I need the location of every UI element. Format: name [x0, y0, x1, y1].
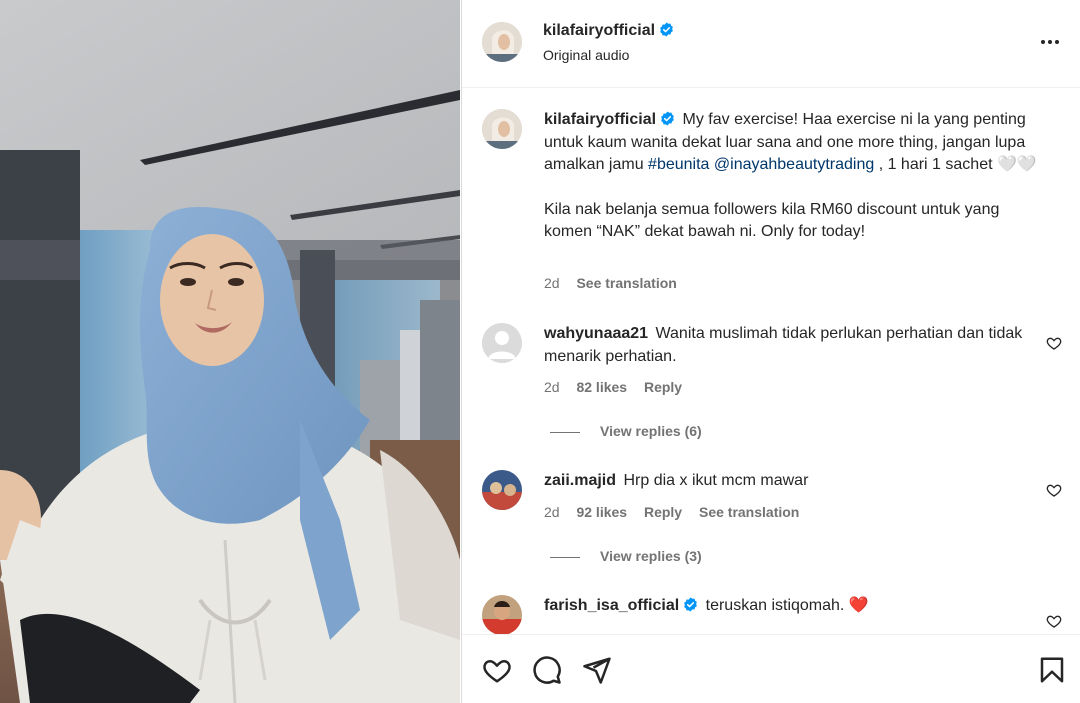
- view-replies-button[interactable]: View replies (6): [550, 423, 702, 439]
- comment-text: wahyunaaa21 Wanita muslimah tidak perluk…: [544, 325, 1023, 365]
- comments-list[interactable]: kilafairyofficial My fav exercise! Haa e…: [462, 89, 1080, 634]
- caption-text: kilafairyofficial My fav exercise! Haa e…: [544, 111, 1037, 241]
- more-options-icon[interactable]: [1038, 30, 1062, 54]
- comment-like-heart-icon[interactable]: [1046, 482, 1062, 498]
- author-username[interactable]: kilafairyofficial: [543, 22, 674, 40]
- reply-button[interactable]: Reply: [644, 504, 682, 520]
- video-frame-image: [0, 0, 460, 703]
- see-translation-button[interactable]: See translation: [699, 504, 799, 520]
- commenter-avatar[interactable]: [482, 595, 522, 634]
- heart-icon[interactable]: [482, 655, 512, 685]
- caption-author-avatar[interactable]: [482, 109, 522, 149]
- comment-meta: 2d 92 likes Reply See translation: [544, 504, 812, 520]
- comment-icon[interactable]: [532, 655, 562, 685]
- replies-divider: [550, 556, 580, 558]
- post-header: kilafairyofficial Original audio: [462, 0, 1080, 88]
- comment-like-heart-icon[interactable]: [1046, 335, 1062, 351]
- comment-age[interactable]: 2d: [544, 379, 560, 395]
- author-avatar[interactable]: [482, 22, 522, 62]
- comment-text: farish_isa_official teruskan istiqomah. …: [544, 597, 869, 614]
- verified-badge-icon: [660, 22, 673, 37]
- comment-username[interactable]: wahyunaaa21: [544, 325, 648, 342]
- caption-username[interactable]: kilafairyofficial: [544, 111, 675, 128]
- mention-link[interactable]: @inayahbeautytrading: [714, 156, 874, 173]
- comment-username[interactable]: zaii.majid: [544, 472, 616, 489]
- comment-text: zaii.majid Hrp dia x ikut mcm mawar: [544, 472, 809, 489]
- audio-label[interactable]: Original audio: [543, 47, 629, 63]
- caption-age[interactable]: 2d: [544, 275, 560, 291]
- commenter-avatar[interactable]: [482, 470, 522, 510]
- post-details-panel: kilafairyofficial Original audio kilafai…: [461, 0, 1080, 703]
- see-translation-button[interactable]: See translation: [576, 275, 676, 291]
- comment-meta: 2d 82 likes Reply: [544, 379, 695, 395]
- default-avatar[interactable]: [482, 323, 522, 363]
- comment-likes[interactable]: 92 likes: [576, 504, 627, 520]
- caption-meta: 2d See translation: [544, 275, 690, 291]
- view-replies-button[interactable]: View replies (3): [550, 548, 702, 564]
- share-icon[interactable]: [582, 655, 612, 685]
- hashtag-link[interactable]: #beunita: [648, 156, 709, 173]
- caption-paragraph-2: Kila nak belanja semua followers kila RM…: [544, 200, 1000, 241]
- post-actions-bar: [462, 634, 1080, 703]
- verified-badge-icon: [684, 597, 698, 612]
- reply-button[interactable]: Reply: [644, 379, 682, 395]
- bookmark-icon[interactable]: [1037, 655, 1067, 685]
- comment-likes[interactable]: 82 likes: [576, 379, 627, 395]
- post-media-video[interactable]: [0, 0, 460, 703]
- comment-username[interactable]: farish_isa_official: [544, 597, 698, 614]
- verified-badge-icon: [661, 111, 674, 126]
- comment-like-heart-icon[interactable]: [1046, 613, 1062, 629]
- replies-divider: [550, 431, 580, 433]
- comment-age[interactable]: 2d: [544, 504, 560, 520]
